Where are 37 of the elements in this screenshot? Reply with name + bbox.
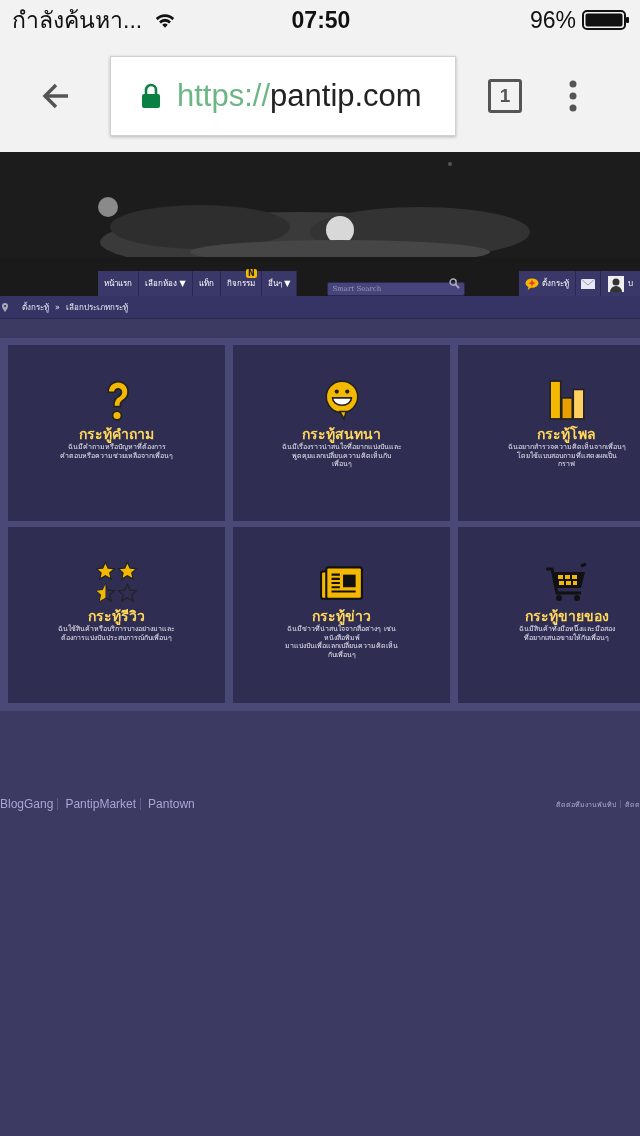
tab-count-button[interactable]: 1: [488, 79, 522, 113]
clock-time: 07:50: [291, 6, 351, 34]
url-text: https://pantip.com: [177, 78, 422, 114]
card-title: กระทู้ข่าว: [312, 607, 371, 625]
avatar-icon: [608, 275, 625, 292]
search-icon: [449, 278, 461, 289]
breadcrumb-link[interactable]: ตั้งกระทู้: [22, 300, 49, 314]
shopping-cart-icon: [544, 561, 589, 603]
footer-link[interactable]: BlogGang: [0, 797, 54, 811]
lock-icon: [141, 83, 161, 109]
post-label: ตั้งกระทู้: [542, 277, 570, 290]
carrier-text: กำลังค้นหา...: [12, 6, 143, 35]
new-badge: N: [246, 269, 257, 278]
footer-link[interactable]: Pantown: [148, 797, 195, 811]
post-button[interactable]: ตั้งกระทู้: [519, 271, 577, 296]
speech-bubble-plus-icon: [525, 277, 540, 290]
footer-link[interactable]: PantipMarket: [65, 797, 137, 811]
card-title: กระทู้สนทนา: [302, 425, 381, 443]
user-name: บ: [628, 278, 634, 290]
nav-link[interactable]: กิจกรรม: [226, 277, 255, 290]
battery-percent: 96%: [529, 6, 576, 34]
stars-icon: [94, 561, 139, 603]
mail-icon: [581, 278, 596, 289]
nav-link[interactable]: หน้าแรก: [104, 277, 132, 290]
battery-icon: [582, 10, 630, 30]
breadcrumb-separator: »: [55, 302, 60, 312]
nav-link[interactable]: อื่นๆ ▼: [267, 277, 291, 290]
menu-icon: [568, 79, 578, 113]
wifi-icon: [154, 11, 177, 29]
card-title: กระทู้ขายของ: [524, 607, 609, 625]
card-title: กระทู้รีวิว: [88, 607, 145, 625]
nav-link[interactable]: เลือกห้อง ▼: [145, 277, 186, 290]
card-title: กระทู้คำถาม: [79, 425, 154, 443]
breadcrumb-link[interactable]: เลือกประเภทกระทู้: [65, 300, 128, 314]
url-field[interactable]: https://pantip.com: [110, 56, 456, 136]
card-title: กระทู้โพล: [537, 425, 596, 443]
nav-link[interactable]: แท็ก: [198, 277, 214, 290]
